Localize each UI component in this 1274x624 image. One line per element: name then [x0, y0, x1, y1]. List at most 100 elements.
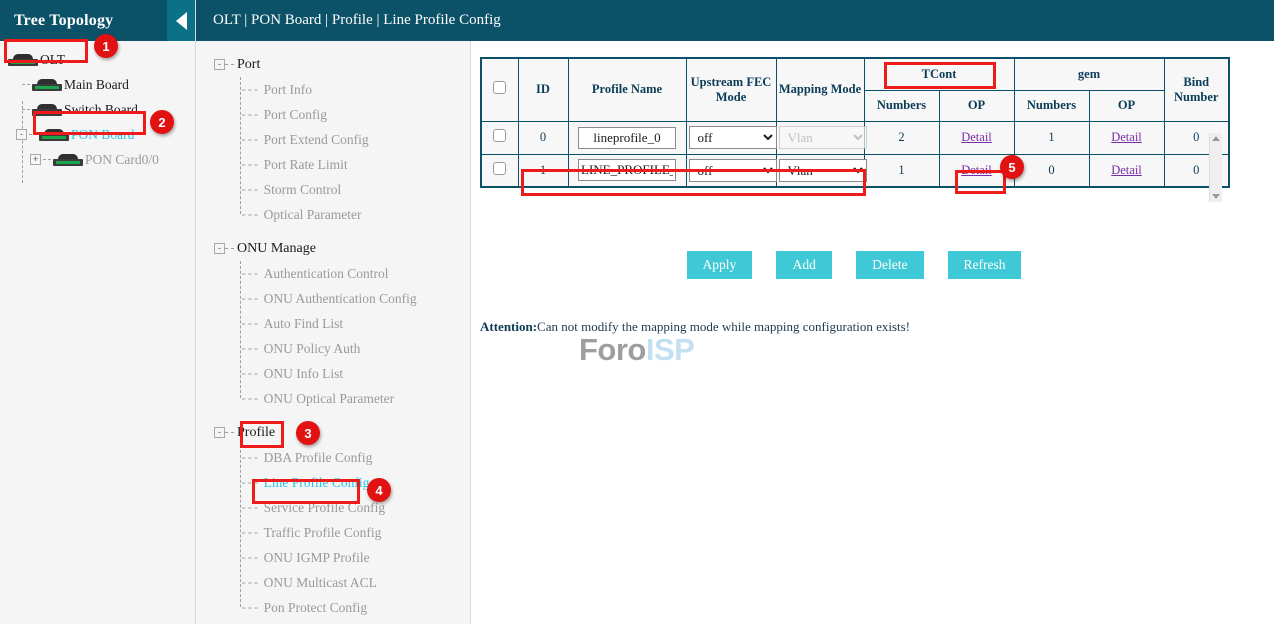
cell-tcont-numbers: 2: [864, 121, 939, 154]
nav-group-title: ONU Manage: [237, 241, 316, 257]
upstream-fec-mode-select[interactable]: off: [689, 126, 777, 149]
column-header-tcont-numbers: Numbers: [864, 90, 939, 121]
gem-detail-link[interactable]: Detail: [1111, 163, 1142, 177]
scroll-down-arrow-icon[interactable]: [1212, 194, 1220, 199]
nav-item-label[interactable]: Optical Parameter: [264, 207, 362, 223]
scroll-up-arrow-icon[interactable]: [1212, 136, 1220, 141]
refresh-button[interactable]: Refresh: [948, 251, 1022, 279]
nav-expander-icon[interactable]: -: [214, 243, 225, 254]
nav-group-header-onu-manage[interactable]: - ONU Manage: [196, 236, 470, 261]
tree-node-label: Main Board: [64, 77, 129, 93]
nav-item-storm-control[interactable]: --- Storm Control: [196, 177, 470, 202]
device-board-icon: [32, 104, 62, 116]
cell-profile-name: [568, 121, 686, 154]
tree-node-list: OLT Main Board Switch Board -: [0, 41, 195, 172]
nav-item-label[interactable]: Service Profile Config: [264, 500, 385, 516]
select-all-checkbox[interactable]: [493, 81, 506, 94]
action-button-row: Apply Add Delete Refresh: [480, 251, 1228, 279]
nav-item-port-extend-config[interactable]: --- Port Extend Config: [196, 127, 470, 152]
add-button[interactable]: Add: [776, 251, 832, 279]
profile-name-input[interactable]: [578, 159, 676, 181]
nav-item-label[interactable]: Line Profile Config: [264, 475, 370, 491]
tree-node-pon-card[interactable]: + PON Card0/0: [0, 147, 195, 172]
tcont-detail-link[interactable]: Detail: [961, 163, 992, 177]
nav-item-label[interactable]: ONU Info List: [264, 366, 344, 382]
nav-item-label[interactable]: Port Info: [264, 82, 312, 98]
nav-expander-icon[interactable]: -: [214, 59, 225, 70]
nav-item-onu-optical-parameter[interactable]: --- ONU Optical Parameter: [196, 386, 470, 411]
mapping-mode-select[interactable]: Vlan: [779, 126, 867, 149]
nav-group-header-port[interactable]: - Port: [196, 52, 470, 77]
column-header-bind-number: Bind Number: [1164, 58, 1229, 121]
mapping-mode-select[interactable]: Vlan: [779, 159, 867, 182]
nav-item-traffic-profile-config[interactable]: --- Traffic Profile Config: [196, 520, 470, 545]
tree-node-main-board[interactable]: Main Board: [0, 72, 195, 97]
nav-item-service-profile-config[interactable]: --- Service Profile Config: [196, 495, 470, 520]
tree-node-switch-board[interactable]: Switch Board: [0, 97, 195, 122]
nav-leaf-icon: ---: [240, 342, 259, 356]
nav-item-optical-parameter[interactable]: --- Optical Parameter: [196, 202, 470, 227]
nav-item-label[interactable]: ONU IGMP Profile: [264, 550, 370, 566]
tcont-detail-link[interactable]: Detail: [961, 130, 992, 144]
nav-item-pon-protect-config[interactable]: --- Pon Protect Config: [196, 595, 470, 620]
nav-leaf-icon: ---: [240, 267, 259, 281]
nav-item-label[interactable]: ONU Multicast ACL: [264, 575, 377, 591]
nav-item-label[interactable]: Port Extend Config: [264, 132, 369, 148]
tree-node-pon-board[interactable]: - PON Board: [0, 122, 195, 147]
gem-detail-link[interactable]: Detail: [1111, 130, 1142, 144]
nav-item-label[interactable]: Traffic Profile Config: [264, 525, 382, 541]
tree-branch-icon: [22, 109, 30, 110]
nav-item-port-info[interactable]: --- Port Info: [196, 77, 470, 102]
nav-leaf-icon: ---: [240, 158, 259, 172]
table-row[interactable]: 0 off Vlan: [481, 121, 1229, 154]
nav-item-label[interactable]: Port Rate Limit: [264, 157, 348, 173]
nav-item-onu-igmp-profile[interactable]: --- ONU IGMP Profile: [196, 545, 470, 570]
tree-panel-header: Tree Topology: [0, 0, 195, 41]
nav-item-port-rate-limit[interactable]: --- Port Rate Limit: [196, 152, 470, 177]
nav-item-label[interactable]: Auto Find List: [264, 316, 344, 332]
row-checkbox[interactable]: [493, 129, 506, 142]
tree-expander-collapse-icon[interactable]: -: [16, 129, 27, 140]
collapse-sidebar-button[interactable]: [167, 0, 195, 41]
nav-item-onu-policy-auth[interactable]: --- ONU Policy Auth: [196, 336, 470, 361]
tree-node-label: PON Board: [71, 127, 134, 143]
nav-item-onu-authentication-config[interactable]: --- ONU Authentication Config: [196, 286, 470, 311]
delete-button[interactable]: Delete: [856, 251, 923, 279]
profile-name-input[interactable]: [578, 127, 676, 149]
device-olt-icon: [8, 54, 38, 66]
nav-item-label[interactable]: Storm Control: [264, 182, 342, 198]
nav-item-auto-find-list[interactable]: --- Auto Find List: [196, 311, 470, 336]
nav-item-label[interactable]: ONU Authentication Config: [264, 291, 417, 307]
table-row[interactable]: 1 off Vlan: [481, 154, 1229, 187]
nav-leaf-icon: ---: [240, 133, 259, 147]
cell-fec-mode: off: [686, 154, 776, 187]
table-header-row-1: ID Profile Name Upstream FEC Mode Mappin…: [481, 58, 1229, 90]
nav-group-onu-manage: - ONU Manage --- Authentication Control …: [196, 236, 470, 411]
nav-item-port-config[interactable]: --- Port Config: [196, 102, 470, 127]
tree-node-olt[interactable]: OLT: [0, 47, 195, 72]
tree-branch-icon: [22, 84, 30, 85]
nav-item-label[interactable]: Authentication Control: [264, 266, 389, 282]
upstream-fec-mode-select[interactable]: off: [689, 159, 777, 182]
nav-item-dba-profile-config[interactable]: --- DBA Profile Config: [196, 445, 470, 470]
nav-item-label[interactable]: ONU Optical Parameter: [264, 391, 394, 407]
tree-expander-expand-icon[interactable]: +: [30, 154, 41, 165]
cell-gem-op: Detail: [1089, 121, 1164, 154]
breadcrumb: OLT | PON Board | Profile | Line Profile…: [213, 12, 501, 29]
nav-expander-icon[interactable]: -: [214, 427, 225, 438]
table-vertical-scrollbar[interactable]: [1209, 133, 1222, 202]
row-checkbox[interactable]: [493, 162, 506, 175]
nav-item-label[interactable]: Pon Protect Config: [264, 600, 368, 616]
apply-button[interactable]: Apply: [687, 251, 753, 279]
nav-group-header-profile[interactable]: - Profile: [196, 420, 470, 445]
nav-item-line-profile-config[interactable]: --- Line Profile Config: [196, 470, 470, 495]
tree-node-label: PON Card0/0: [85, 152, 159, 168]
nav-item-label[interactable]: DBA Profile Config: [264, 450, 373, 466]
nav-item-label[interactable]: ONU Policy Auth: [264, 341, 361, 357]
line-profile-table-container: ID Profile Name Upstream FEC Mode Mappin…: [480, 57, 1228, 188]
nav-item-authentication-control[interactable]: --- Authentication Control: [196, 261, 470, 286]
nav-item-onu-info-list[interactable]: --- ONU Info List: [196, 361, 470, 386]
nav-item-onu-multicast-acl[interactable]: --- ONU Multicast ACL: [196, 570, 470, 595]
tree-node-label: OLT: [40, 52, 65, 68]
nav-item-label[interactable]: Port Config: [264, 107, 327, 123]
